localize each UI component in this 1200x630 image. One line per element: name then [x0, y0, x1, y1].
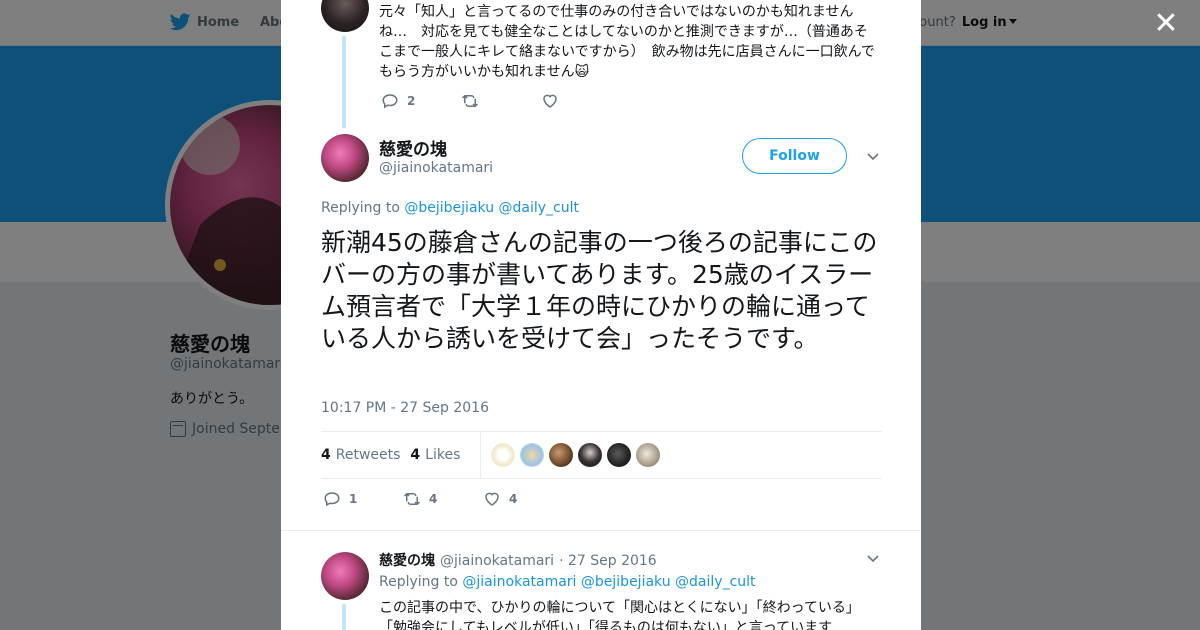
liker-avatar[interactable]: [636, 443, 661, 467]
reply-tweet-date[interactable]: · 27 Sep 2016: [559, 553, 657, 569]
like-action[interactable]: [541, 92, 567, 110]
retweets-label: Retweets: [335, 447, 401, 463]
mention-link[interactable]: @daily_cult: [675, 574, 755, 590]
reply-tweet-avatar[interactable]: [321, 552, 369, 600]
mention-link[interactable]: @jiainokatamari: [462, 574, 576, 590]
close-icon[interactable]: ✕: [1150, 8, 1182, 40]
heart-icon: [543, 94, 557, 108]
reply-tweet-header: 慈愛の塊 @jiainokatamari · 27 Sep 2016: [379, 550, 657, 570]
retweets-count: 4: [321, 447, 331, 463]
follow-button[interactable]: Follow: [742, 138, 847, 174]
liker-avatar[interactable]: [549, 443, 574, 467]
liker-avatar[interactable]: [491, 443, 516, 467]
retweet-count: 4: [429, 492, 438, 506]
liker-avatar[interactable]: [520, 443, 545, 467]
reply-count: 1: [349, 492, 358, 506]
main-tweet-handle[interactable]: @jiainokatamari: [379, 160, 493, 176]
reply-icon: [324, 492, 340, 507]
likes-count: 4: [410, 447, 421, 463]
liker-avatar[interactable]: [578, 443, 603, 467]
retweets-stat[interactable]: 4 Retweets: [321, 447, 400, 463]
reply-tweet-text: この記事の中で、ひかりの輪について「関心はとくにない」「終わっている」 「勉強会…: [379, 598, 889, 630]
reply-action[interactable]: 2: [381, 92, 461, 110]
parent-tweet-text: 元々「知人」と言ってるので仕事のみの付き合いではないのかも知れませんね… 対応を…: [379, 4, 875, 80]
retweet-action[interactable]: [461, 92, 541, 110]
main-tweet-text: 新潮45の藤倉さんの記事の一つ後ろの記事にこのバーの方の事が書いてあります。25…: [321, 228, 878, 353]
chevron-down-icon[interactable]: [866, 552, 880, 566]
tweet-stats: 4 Retweets 4 Likes: [321, 431, 882, 479]
mention-link[interactable]: @bejibejiaku: [404, 200, 494, 216]
reply-count: 2: [407, 94, 416, 108]
likes-stat[interactable]: 4 Likes: [410, 447, 460, 463]
retweet-icon: [403, 492, 421, 506]
reply-tweet-name[interactable]: 慈愛の塊: [379, 550, 435, 570]
main-tweet-actions: 1 4 4: [323, 490, 517, 508]
like-action[interactable]: 4: [483, 490, 517, 508]
retweet-action[interactable]: 4: [403, 490, 483, 508]
like-count: 4: [509, 492, 518, 506]
replying-label: Replying to: [321, 200, 400, 216]
replying-label: Replying to: [379, 574, 458, 590]
parent-tweet-actions: 2: [381, 92, 567, 110]
divider: [281, 530, 921, 531]
reply-tweet-text-line: この記事の中で、ひかりの輪について「関心はとくにない」「終わっている」: [379, 600, 860, 616]
reply-tweet-replying-to: Replying to @jiainokatamari @bejibejiaku…: [379, 574, 756, 590]
liker-avatar[interactable]: [607, 443, 632, 467]
reply-tweet-text-line: 「勉強会にしてもレベルが低い」「得るものは何もない」と言っています: [379, 620, 833, 630]
chevron-down-icon[interactable]: [866, 150, 880, 164]
reply-tweet-handle[interactable]: @jiainokatamari: [440, 553, 554, 569]
reply-action[interactable]: 1: [323, 490, 403, 508]
thread-line: [342, 604, 346, 630]
thread-line: [342, 36, 346, 128]
retweet-icon: [461, 94, 479, 108]
main-tweet-replying-to: Replying to @bejibejiaku @daily_cult: [321, 200, 579, 216]
reply-icon: [382, 94, 398, 109]
likes-label: Likes: [425, 447, 461, 463]
main-tweet-avatar[interactable]: [321, 134, 369, 182]
mention-link[interactable]: @bejibejiaku: [581, 574, 671, 590]
main-tweet-name[interactable]: 慈愛の塊: [379, 135, 447, 160]
heart-icon: [485, 492, 499, 506]
mention-link[interactable]: @daily_cult: [499, 200, 579, 216]
tweet-permalink-modal: 元々「知人」と言ってるので仕事のみの付き合いではないのかも知れませんね… 対応を…: [281, 0, 921, 630]
parent-tweet-avatar[interactable]: [321, 0, 369, 32]
main-tweet-timestamp[interactable]: 10:17 PM - 27 Sep 2016: [321, 400, 489, 416]
stats-divider: [480, 432, 482, 478]
